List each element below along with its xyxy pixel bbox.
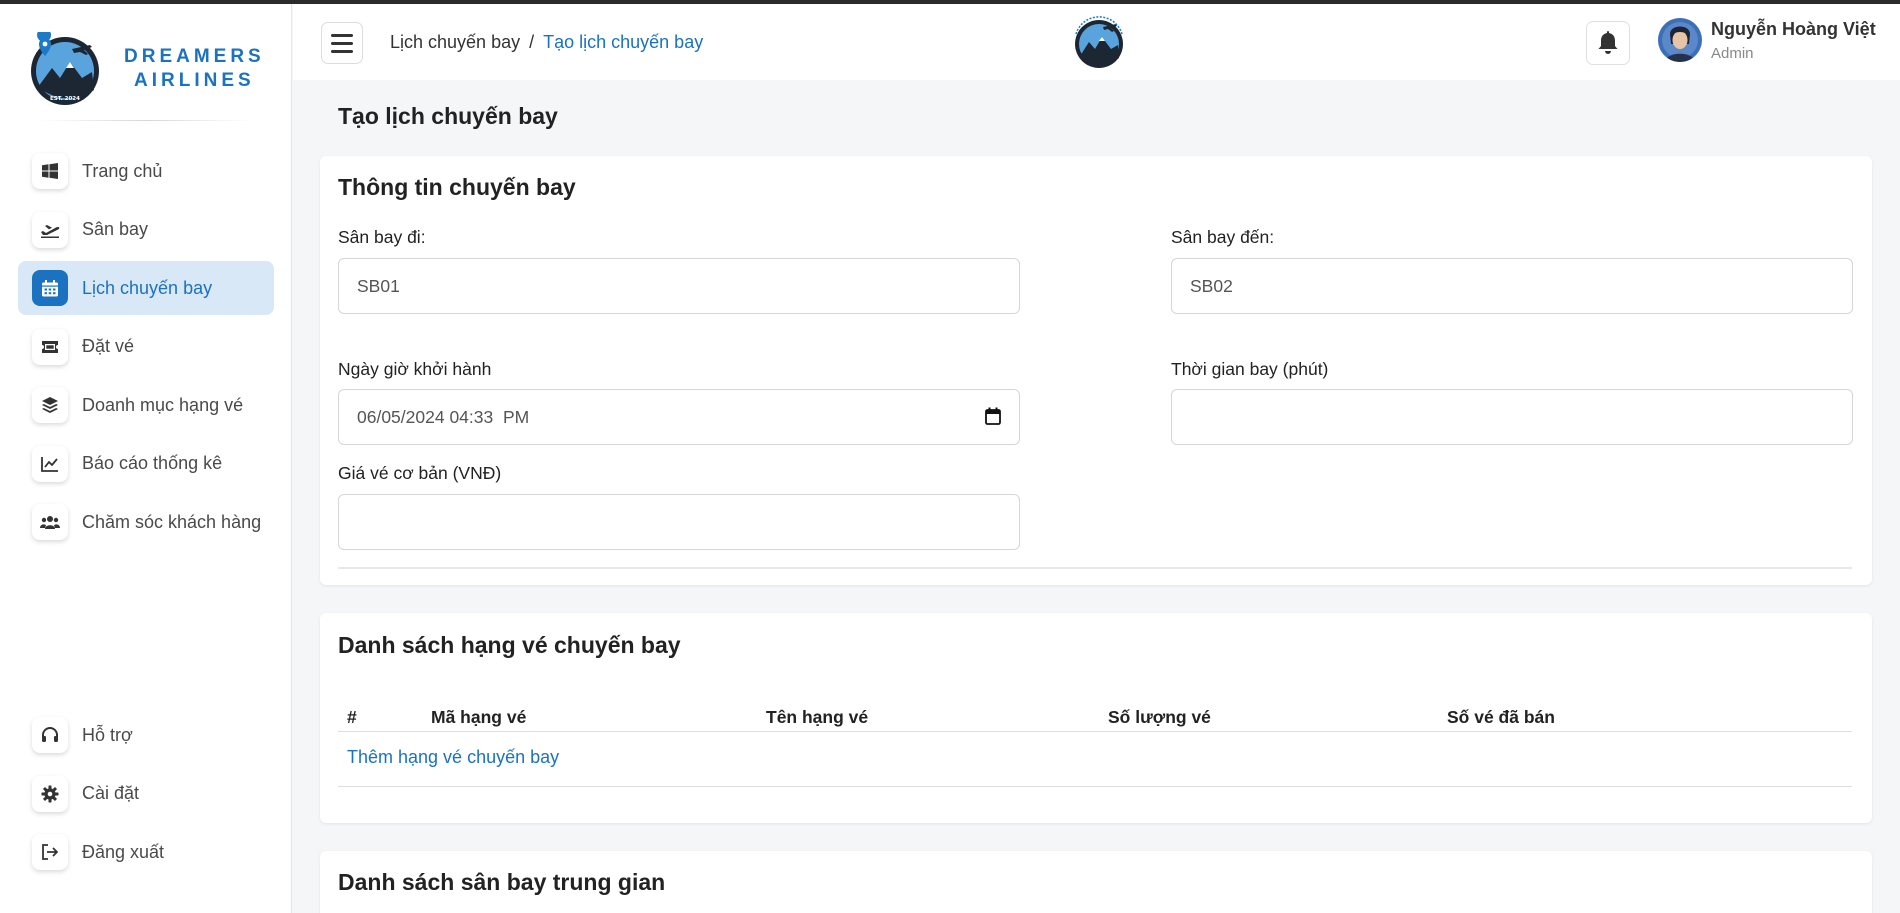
sidebar-item-label: Cài đặt	[82, 783, 140, 803]
sidebar-item-label: Sân bay	[82, 219, 149, 239]
line-chart-icon	[32, 445, 68, 482]
sidebar-item-label: Trang chủ	[82, 160, 163, 181]
sidebar-item-support[interactable]: Hỗ trợ	[18, 708, 274, 762]
departure-datetime-label: Ngày giờ khởi hành	[338, 359, 492, 379]
top-header: Lịch chuyến bay / Tạo lịch chuyến bay Ng…	[293, 4, 1900, 80]
user-name[interactable]: Nguyễn Hoàng Việt	[1711, 19, 1876, 40]
add-ticket-class-link[interactable]: Thêm hạng vé chuyến bay	[347, 747, 559, 768]
plane-departure-icon	[32, 211, 68, 248]
bell-icon	[1598, 31, 1618, 54]
calendar-icon	[32, 270, 68, 306]
sidebar-item-reports[interactable]: Báo cáo thống kê	[18, 437, 274, 491]
sidebar-item-airports[interactable]: Sân bay	[18, 203, 274, 257]
page-title: Tạo lịch chuyến bay	[338, 103, 558, 129]
menu-bar-icon	[331, 49, 353, 53]
ticket-classes-title: Danh sách hạng vé chuyến bay	[338, 632, 681, 658]
departure-datetime-input[interactable]: 06/05/2024 04:33 PM	[338, 389, 1020, 445]
stopover-airports-title: Danh sách sân bay trung gian	[338, 869, 666, 895]
base-price-label: Giá vé cơ bản (VNĐ)	[338, 463, 502, 483]
windows-icon	[32, 153, 68, 189]
brand-divider	[40, 120, 252, 121]
arrival-airport-value: SB02	[1190, 275, 1233, 296]
flight-duration-label: Thời gian bay (phút)	[1171, 359, 1329, 379]
base-price-input[interactable]	[338, 494, 1020, 550]
menu-bar-icon	[331, 41, 353, 45]
breadcrumb-separator: /	[529, 32, 535, 52]
calendar-picker-icon[interactable]	[985, 407, 1001, 425]
sidebar-item-settings[interactable]: Cài đặt	[18, 767, 274, 821]
menu-bar-icon	[331, 33, 353, 37]
sidebar-nav: Trang chủ Sân bay Lịch chuyến bay Đặt vé…	[18, 144, 274, 554]
sidebar-item-label: Đặt vé	[82, 336, 135, 356]
sidebar-item-label: Chăm sóc khách hàng	[82, 511, 262, 532]
sidebar: EST. 2024 DREAMERS AIRLINES Trang chủ Sâ…	[0, 4, 292, 913]
sidebar-nav-bottom: Hỗ trợ Cài đặt Đăng xuất	[18, 708, 274, 884]
sidebar-item-label: Báo cáo thống kê	[82, 453, 223, 473]
table-header-border	[338, 731, 1852, 732]
avatar[interactable]	[1658, 18, 1702, 62]
sidebar-item-ticket-classes[interactable]: Doanh mục hạng vé	[18, 378, 274, 432]
column-header-class-name[interactable]: Tên hạng vé	[766, 707, 868, 728]
arrival-airport-label: Sân bay đến:	[1171, 227, 1275, 247]
departure-airport-field[interactable]: SB01	[338, 258, 1020, 314]
hamburger-menu-button[interactable]	[321, 22, 363, 64]
brand-name: DREAMERS AIRLINES	[124, 45, 265, 93]
table-row-border	[338, 786, 1852, 787]
flight-info-title: Thông tin chuyến bay	[338, 174, 576, 200]
sidebar-item-label: Hỗ trợ	[82, 724, 133, 745]
sidebar-item-customer-care[interactable]: Chăm sóc khách hàng	[18, 495, 274, 549]
arrival-airport-field[interactable]: SB02	[1171, 258, 1853, 314]
column-header-ticket-count[interactable]: Số lượng vé	[1108, 707, 1211, 728]
user-avatar-icon	[1658, 18, 1702, 62]
flight-info-card: Thông tin chuyến bay Sân bay đi: SB01 Sâ…	[320, 156, 1872, 585]
layers-icon	[32, 387, 68, 423]
column-header-sold-count[interactable]: Số vé đã bán	[1447, 707, 1555, 728]
departure-datetime-value: 06/05/2024 04:33 PM	[357, 406, 530, 427]
flight-duration-input[interactable]	[1171, 389, 1853, 445]
svg-text:EST. 2024: EST. 2024	[50, 96, 80, 102]
breadcrumb-flight-schedule[interactable]: Lịch chuyến bay	[390, 32, 520, 53]
sidebar-item-home[interactable]: Trang chủ	[18, 144, 274, 198]
sidebar-item-label: Lịch chuyến bay	[82, 277, 213, 298]
ticket-classes-card: Danh sách hạng vé chuyến bay # Mã hạng v…	[320, 613, 1872, 823]
ticket-icon	[32, 328, 68, 365]
sidebar-item-logout[interactable]: Đăng xuất	[18, 825, 274, 879]
brand-line-2: AIRLINES	[134, 70, 255, 91]
departure-airport-value: SB01	[357, 275, 400, 296]
brand-line-1: DREAMERS	[124, 46, 265, 67]
sidebar-item-booking[interactable]: Đặt vé	[18, 320, 274, 374]
users-icon	[32, 504, 68, 540]
user-role: Admin	[1711, 45, 1754, 62]
logout-icon	[32, 834, 68, 870]
sidebar-item-label: Đăng xuất	[82, 841, 165, 862]
sidebar-item-label: Doanh mục hạng vé	[82, 394, 244, 415]
notifications-button[interactable]	[1586, 21, 1630, 65]
brand[interactable]: EST. 2024 DREAMERS AIRLINES	[28, 32, 265, 106]
column-header-index: #	[347, 707, 357, 727]
airline-logo-icon: EST. 2024	[31, 32, 99, 105]
breadcrumb-create-schedule[interactable]: Tạo lịch chuyến bay	[543, 32, 703, 53]
airline-logo-icon[interactable]	[1070, 14, 1128, 72]
column-header-class-code[interactable]: Mã hạng vé	[431, 707, 526, 728]
card-divider	[338, 567, 1852, 569]
stopover-airports-card: Danh sách sân bay trung gian	[320, 851, 1872, 913]
sidebar-item-flight-schedule[interactable]: Lịch chuyến bay	[18, 261, 274, 315]
headset-icon	[32, 717, 68, 753]
departure-airport-label: Sân bay đi:	[338, 227, 426, 247]
breadcrumb: Lịch chuyến bay / Tạo lịch chuyến bay	[390, 32, 703, 53]
gear-icon	[32, 775, 68, 812]
